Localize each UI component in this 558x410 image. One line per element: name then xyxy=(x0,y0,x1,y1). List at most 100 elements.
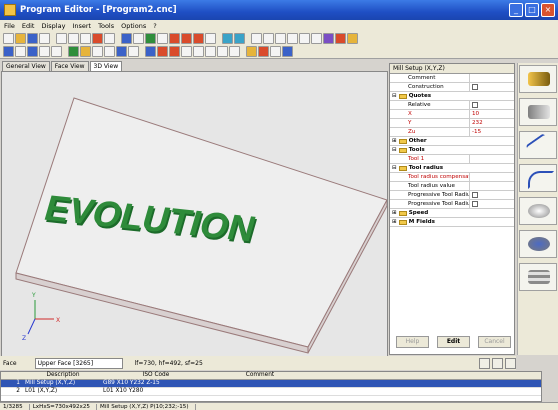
text-icon[interactable] xyxy=(217,46,228,57)
menu-tools[interactable]: Tools xyxy=(98,22,114,30)
paste-icon[interactable] xyxy=(80,32,91,44)
rows-icon[interactable] xyxy=(51,46,62,57)
join-icon[interactable] xyxy=(205,46,216,57)
menu-display[interactable]: Display xyxy=(41,22,65,30)
aggregate-tool-icon[interactable] xyxy=(519,263,557,291)
spline-icon[interactable] xyxy=(169,46,180,57)
rectangle-icon[interactable] xyxy=(205,32,216,44)
minimize-button[interactable]: _ xyxy=(509,3,523,17)
property-value[interactable] xyxy=(470,173,514,181)
rotate-icon[interactable] xyxy=(323,32,334,44)
property-row[interactable]: Construction xyxy=(390,83,514,92)
grid-icon[interactable] xyxy=(222,32,233,44)
delete-icon[interactable] xyxy=(92,32,103,44)
print-icon[interactable] xyxy=(39,32,50,44)
tab-3d-view[interactable]: 3D View xyxy=(89,61,123,71)
panel-icon[interactable] xyxy=(92,46,103,57)
columns-icon[interactable] xyxy=(39,46,50,57)
property-row[interactable]: Comment xyxy=(390,74,514,83)
arc-icon[interactable] xyxy=(181,32,192,44)
property-checkbox[interactable] xyxy=(472,102,478,108)
find-icon[interactable] xyxy=(133,32,144,44)
table-icon[interactable] xyxy=(27,46,38,57)
face-list-icon[interactable] xyxy=(492,357,503,369)
zoom-out-icon[interactable] xyxy=(263,32,274,44)
measure-icon[interactable] xyxy=(335,32,346,44)
property-row[interactable]: X 10 xyxy=(390,110,514,119)
property-group[interactable]: Other xyxy=(390,137,514,146)
property-row[interactable]: Tool radius value xyxy=(390,182,514,191)
col-iso-code[interactable]: ISO Code xyxy=(101,372,209,379)
property-row[interactable]: Tool radius compensation xyxy=(390,173,514,182)
trim-icon[interactable] xyxy=(193,46,204,57)
property-group[interactable]: M Fields xyxy=(390,218,514,227)
menu-options[interactable]: Options xyxy=(121,22,146,30)
property-value[interactable]: 10 xyxy=(470,110,514,118)
edge-icon[interactable] xyxy=(104,46,115,57)
simulate-icon[interactable] xyxy=(282,46,293,57)
engrave-icon[interactable] xyxy=(258,46,269,57)
cut-icon[interactable] xyxy=(56,32,67,44)
new-icon[interactable] xyxy=(3,32,14,44)
measure-text-icon[interactable] xyxy=(270,46,281,57)
tab-general-view[interactable]: General View xyxy=(2,61,50,71)
property-value[interactable]: -15 xyxy=(470,128,514,136)
property-value[interactable] xyxy=(470,155,514,163)
layer-icon[interactable] xyxy=(234,32,245,44)
cancel-button[interactable]: Cancel xyxy=(478,336,511,348)
menu-help[interactable]: ? xyxy=(153,22,156,30)
pocket-icon[interactable] xyxy=(229,46,240,57)
menu-file[interactable]: File xyxy=(4,22,15,30)
edit-button[interactable]: Edit xyxy=(437,336,470,348)
line-icon[interactable] xyxy=(169,32,180,44)
face-icon[interactable] xyxy=(68,46,79,57)
undo-icon[interactable] xyxy=(104,32,115,44)
property-checkbox[interactable] xyxy=(472,192,478,198)
zoom-window-icon[interactable] xyxy=(275,32,286,44)
open-icon[interactable] xyxy=(15,32,26,44)
list-icon[interactable] xyxy=(3,46,14,57)
property-row[interactable]: Y 232 xyxy=(390,119,514,128)
face-props-icon[interactable] xyxy=(479,357,490,369)
col-comment[interactable]: Comment xyxy=(209,372,309,379)
table-row[interactable]: 1 Mill Setup (X,Y,Z) G89 X10 Y232 Z-15 xyxy=(1,380,541,388)
saw-blade-icon[interactable] xyxy=(519,230,557,258)
arc-path-icon[interactable] xyxy=(519,164,557,192)
hole-icon[interactable] xyxy=(116,46,127,57)
router-tool-icon[interactable] xyxy=(519,65,557,93)
copy-icon[interactable] xyxy=(68,32,79,44)
properties-icon[interactable] xyxy=(15,46,26,57)
property-checkbox[interactable] xyxy=(472,201,478,207)
cross-icon[interactable] xyxy=(128,46,139,57)
saw-icon[interactable] xyxy=(246,46,257,57)
property-row[interactable]: Zu -15 xyxy=(390,128,514,137)
zoom-in-icon[interactable] xyxy=(251,32,262,44)
menu-insert[interactable]: Insert xyxy=(72,22,91,30)
property-row[interactable]: Progressive Tool Radius Out xyxy=(390,191,514,200)
disc-tool-icon[interactable] xyxy=(519,197,557,225)
path-icon[interactable] xyxy=(145,46,156,57)
gear-icon[interactable] xyxy=(80,46,91,57)
drill-icon[interactable] xyxy=(121,32,132,44)
help-button[interactable]: Help xyxy=(396,336,429,348)
point-icon[interactable] xyxy=(157,32,168,44)
property-group[interactable]: Tools xyxy=(390,146,514,155)
face-select[interactable]: Upper Face [3265] xyxy=(34,357,123,369)
property-row[interactable]: Progressive Tool Radius In xyxy=(390,200,514,209)
line-path-icon[interactable] xyxy=(519,131,557,159)
zoom-all-icon[interactable] xyxy=(287,32,298,44)
menu-edit[interactable]: Edit xyxy=(22,22,35,30)
table-row[interactable]: 2 L01 (X,Y,Z) L01 X10 Y280 xyxy=(1,388,541,396)
face-delete-icon[interactable] xyxy=(505,357,516,369)
save-icon[interactable] xyxy=(27,32,38,44)
tool-icon[interactable] xyxy=(145,32,156,44)
close-button[interactable]: × xyxy=(541,3,555,17)
circle-icon[interactable] xyxy=(193,32,204,44)
tab-face-view[interactable]: Face View xyxy=(50,61,89,71)
property-value[interactable]: 232 xyxy=(470,119,514,127)
property-group[interactable]: Speed xyxy=(390,209,514,218)
property-row[interactable]: Tool 1 xyxy=(390,155,514,164)
settings-icon[interactable] xyxy=(347,32,358,44)
maximize-button[interactable]: □ xyxy=(525,3,539,17)
property-group[interactable]: Quotes xyxy=(390,92,514,101)
